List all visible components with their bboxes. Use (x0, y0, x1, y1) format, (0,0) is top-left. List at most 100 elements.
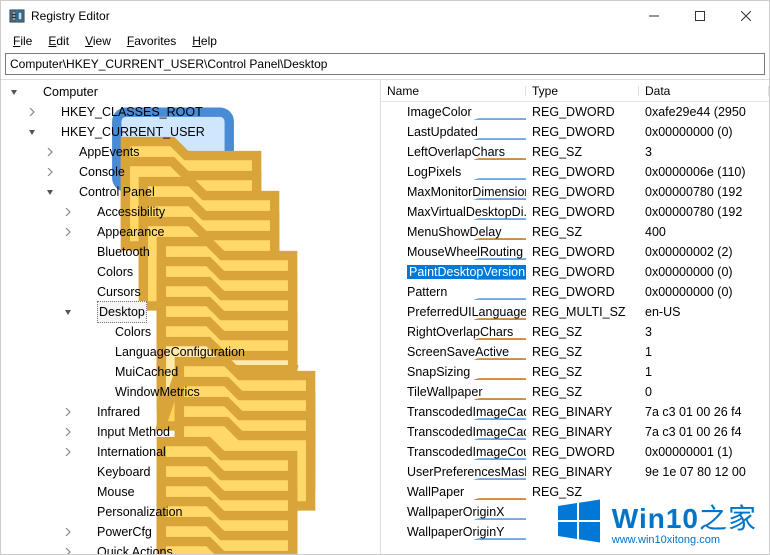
tree-item[interactable]: Infrared (1, 402, 380, 422)
value-row[interactable]: SnapSizingREG_SZ1 (381, 362, 769, 382)
binary-value-icon (387, 404, 403, 420)
menu-help[interactable]: Help (184, 32, 225, 50)
menu-file[interactable]: File (5, 32, 40, 50)
tree-item[interactable]: PowerCfg (1, 522, 380, 542)
value-data: 400 (639, 225, 769, 239)
value-name: RightOverlapChars (407, 325, 513, 339)
chevron-down-icon[interactable] (7, 85, 21, 99)
value-row[interactable]: ScreenSaveActiveREG_SZ1 (381, 342, 769, 362)
value-type: REG_DWORD (526, 125, 639, 139)
minimize-button[interactable] (631, 1, 677, 31)
value-data: 0x00000002 (2) (639, 245, 769, 259)
value-row[interactable]: ImageColorREG_DWORD0xafe29e44 (2950 (381, 102, 769, 122)
tree-item[interactable]: Cursors (1, 282, 380, 302)
tree-item[interactable]: Quick Actions (1, 542, 380, 554)
tree-item[interactable]: Colors (1, 322, 380, 342)
tree-item[interactable]: Keyboard (1, 462, 380, 482)
values-pane[interactable]: Name Type Data ImageColorREG_DWORD0xafe2… (381, 79, 769, 554)
value-data: 0x00000001 (1) (639, 445, 769, 459)
list-header: Name Type Data (381, 80, 769, 102)
value-row[interactable]: MaxMonitorDimensionREG_DWORD0x00000780 (… (381, 182, 769, 202)
value-row[interactable]: LogPixelsREG_DWORD0x0000006e (110) (381, 162, 769, 182)
chevron-right-icon[interactable] (61, 445, 75, 459)
menu-favorites[interactable]: Favorites (119, 32, 184, 50)
value-row[interactable]: LastUpdatedREG_DWORD0x00000000 (0) (381, 122, 769, 142)
value-name: TranscodedImageCount (407, 445, 526, 459)
tree-item[interactable]: International (1, 442, 380, 462)
address-bar[interactable]: Computer\HKEY_CURRENT_USER\Control Panel… (5, 53, 765, 75)
value-row[interactable]: WallPaperREG_SZ (381, 482, 769, 502)
value-row[interactable]: MaxVirtualDesktopDi...REG_DWORD0x0000078… (381, 202, 769, 222)
expander-none (61, 465, 75, 479)
tree-item-label: Colors (115, 322, 151, 342)
value-data: 3 (639, 145, 769, 159)
tree-item[interactable]: Desktop (1, 302, 380, 322)
value-row[interactable]: MouseWheelRoutingREG_DWORD0x00000002 (2) (381, 242, 769, 262)
chevron-right-icon[interactable] (43, 145, 57, 159)
chevron-right-icon[interactable] (25, 105, 39, 119)
folder-icon (77, 444, 93, 460)
value-row[interactable]: TileWallpaperREG_SZ0 (381, 382, 769, 402)
value-data: 0x00000780 (192 (639, 185, 769, 199)
chevron-right-icon[interactable] (61, 545, 75, 554)
chevron-right-icon[interactable] (61, 425, 75, 439)
expander-none (61, 505, 75, 519)
value-row[interactable]: WallpaperOriginY (381, 522, 769, 542)
menu-view[interactable]: View (77, 32, 119, 50)
value-row[interactable]: TranscodedImageCacheREG_BINARY7a c3 01 0… (381, 402, 769, 422)
value-row[interactable]: UserPreferencesMaskREG_BINARY9e 1e 07 80… (381, 462, 769, 482)
value-row[interactable]: PatternREG_DWORD0x00000000 (0) (381, 282, 769, 302)
value-row[interactable]: TranscodedImageCountREG_DWORD0x00000001 … (381, 442, 769, 462)
chevron-down-icon[interactable] (25, 125, 39, 139)
app-icon (9, 8, 25, 24)
column-name[interactable]: Name (381, 84, 526, 98)
value-data: 7a c3 01 00 26 f4 (639, 405, 769, 419)
binary-value-icon (387, 104, 403, 120)
tree-item[interactable]: WindowMetrics (1, 382, 380, 402)
value-type: REG_DWORD (526, 105, 639, 119)
folder-icon (59, 164, 75, 180)
tree-item[interactable]: HKEY_CLASSES_ROOT (1, 102, 380, 122)
value-data: 0x00000780 (192 (639, 205, 769, 219)
value-row[interactable]: MenuShowDelayREG_SZ400 (381, 222, 769, 242)
folder-icon (77, 544, 93, 554)
value-type: REG_DWORD (526, 285, 639, 299)
value-row[interactable]: TranscodedImageCac...REG_BINARY7a c3 01 … (381, 422, 769, 442)
tree-item[interactable]: Personalization (1, 502, 380, 522)
tree-item-label: HKEY_CLASSES_ROOT (61, 102, 203, 122)
column-data[interactable]: Data (639, 84, 769, 98)
tree-item[interactable]: Mouse (1, 482, 380, 502)
tree-item[interactable]: Computer (1, 82, 380, 102)
binary-value-icon (387, 164, 403, 180)
chevron-right-icon[interactable] (61, 525, 75, 539)
tree-item[interactable]: LanguageConfiguration (1, 342, 380, 362)
column-type[interactable]: Type (526, 84, 639, 98)
value-row[interactable]: PreferredUILanguagesREG_MULTI_SZen-US (381, 302, 769, 322)
value-row[interactable]: LeftOverlapCharsREG_SZ3 (381, 142, 769, 162)
tree-item-label: LanguageConfiguration (115, 342, 245, 362)
value-row[interactable]: PaintDesktopVersionREG_DWORD0x00000000 (… (381, 262, 769, 282)
tree-item[interactable]: MuiCached (1, 362, 380, 382)
tree-item-label: Mouse (97, 482, 135, 502)
chevron-down-icon[interactable] (43, 185, 57, 199)
tree-item[interactable]: Input Method (1, 422, 380, 442)
chevron-right-icon[interactable] (43, 165, 57, 179)
chevron-right-icon[interactable] (61, 225, 75, 239)
tree-item-label: Control Panel (79, 182, 155, 202)
tree-item-label: Appearance (97, 222, 164, 242)
menu-edit[interactable]: Edit (40, 32, 77, 50)
chevron-down-icon[interactable] (61, 305, 75, 319)
value-name: PaintDesktopVersion (407, 265, 526, 279)
chevron-right-icon[interactable] (61, 405, 75, 419)
chevron-right-icon[interactable] (61, 205, 75, 219)
tree-pane[interactable]: ComputerHKEY_CLASSES_ROOTHKEY_CURRENT_US… (1, 79, 381, 554)
tree-item[interactable]: HKEY_CURRENT_USER (1, 122, 380, 142)
value-row[interactable]: WallpaperOriginX (381, 502, 769, 522)
value-row[interactable]: RightOverlapCharsREG_SZ3 (381, 322, 769, 342)
maximize-button[interactable] (677, 1, 723, 31)
binary-value-icon (387, 204, 403, 220)
folder-icon (77, 264, 93, 280)
folder-icon (77, 464, 93, 480)
tree-item-label: Keyboard (97, 462, 151, 482)
close-button[interactable] (723, 1, 769, 31)
